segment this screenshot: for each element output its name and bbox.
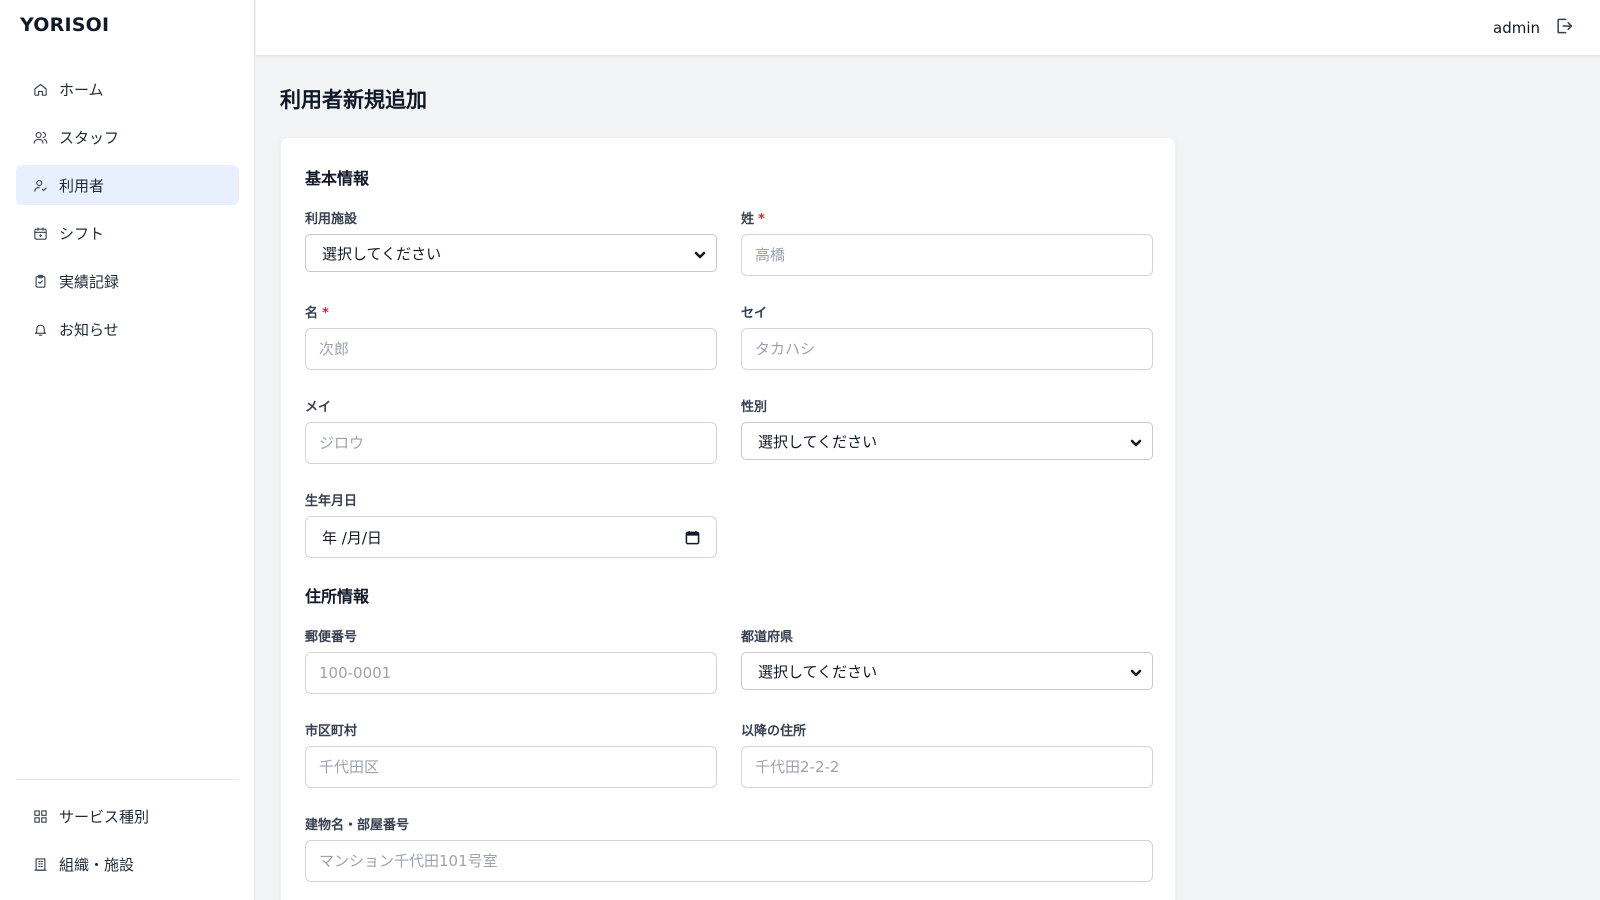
sidebar-item-label: スタッフ — [59, 128, 120, 147]
top-header: admin — [256, 0, 1600, 56]
page-title: 利用者新規追加 — [280, 88, 427, 112]
sidebar-item-shift[interactable]: シフト — [16, 213, 239, 253]
section-title-address: 住所情報 — [305, 587, 370, 606]
calendar-icon — [32, 225, 48, 241]
street-label-text: 以降の住所 — [741, 724, 807, 739]
prefecture-select[interactable]: 選択してください — [741, 652, 1153, 690]
city-label: 市区町村 — [305, 720, 357, 739]
last-name-label-text: 姓 — [741, 212, 755, 227]
user-name: admin — [1493, 19, 1540, 37]
chevron-down-icon — [1130, 435, 1142, 447]
last-name-input[interactable] — [741, 234, 1153, 276]
sidebar-nav: ホーム スタッフ 利用者 シフト 実績記録 お知らせ — [16, 69, 239, 357]
users-icon — [32, 129, 48, 145]
postal-label: 郵便番号 — [305, 626, 357, 645]
chevron-down-icon — [1130, 665, 1142, 677]
sidebar-item-label: 組織・施設 — [59, 855, 135, 874]
sidebar-item-staff[interactable]: スタッフ — [16, 117, 239, 157]
prefecture-label: 都道府県 — [741, 626, 793, 645]
city-input[interactable] — [305, 746, 717, 788]
birthdate-input[interactable]: 年 /月/日 — [305, 516, 717, 558]
birthdate-label: 生年月日 — [305, 490, 357, 509]
prefecture-label-text: 都道府県 — [741, 630, 794, 645]
first-name-label: 名 * — [305, 302, 329, 321]
sidebar-item-label: ホーム — [59, 80, 104, 99]
gender-label: 性別 — [741, 396, 767, 415]
chevron-down-icon — [694, 247, 706, 259]
sidebar-item-records[interactable]: 実績記録 — [16, 261, 239, 301]
first-kana-label: メイ — [305, 396, 331, 415]
sidebar-item-label: サービス種別 — [59, 807, 150, 826]
app-logo[interactable]: YORISOI — [20, 14, 109, 36]
first-name-input[interactable] — [305, 328, 717, 370]
sidebar-item-notices[interactable]: お知らせ — [16, 309, 239, 349]
facility-label-text: 利用施設 — [305, 212, 358, 227]
sidebar-bottom-nav: サービス種別 組織・施設 — [16, 796, 239, 892]
clipboard-check-icon — [32, 273, 48, 289]
postal-code-input[interactable] — [305, 652, 717, 694]
user-form-card: 基本情報 利用施設 選択してください 姓* 名* セイ メイ 性別 選択してくだ… — [280, 137, 1176, 900]
first-name-label-text: 名 — [305, 306, 319, 321]
building-input[interactable] — [305, 840, 1153, 882]
postal-label-text: 郵便番号 — [305, 630, 358, 645]
logout-icon[interactable] — [1554, 16, 1576, 38]
facility-label: 利用施設 — [305, 208, 357, 227]
home-icon — [32, 81, 48, 97]
sidebar-divider — [16, 779, 239, 780]
section-title-basic: 基本情報 — [305, 169, 370, 188]
grid-icon — [32, 808, 48, 824]
sidebar-item-users[interactable]: 利用者 — [16, 165, 239, 205]
sidebar: YORISOI ホーム スタッフ 利用者 シフト 実績記録 お知らせ サービス種… — [0, 0, 255, 900]
user-icon — [32, 177, 48, 193]
prefecture-select-value: 選択してください — [758, 662, 878, 681]
building-label-text: 建物名・部屋番号 — [305, 818, 410, 833]
last-kana-label: セイ — [741, 302, 767, 321]
required-mark: * — [758, 212, 765, 227]
last-name-label: 姓 * — [741, 208, 765, 227]
birthdate-label-text: 生年月日 — [305, 494, 358, 509]
gender-select[interactable]: 選択してください — [741, 422, 1153, 460]
birthdate-value: 年 /月/日 — [322, 528, 382, 547]
building-icon — [32, 856, 48, 872]
gender-select-value: 選択してください — [758, 432, 878, 451]
sidebar-item-service-types[interactable]: サービス種別 — [16, 796, 239, 836]
gender-label-text: 性別 — [741, 400, 768, 415]
facility-select-value: 選択してください — [322, 244, 442, 263]
first-kana-input[interactable] — [305, 422, 717, 464]
facility-select[interactable]: 選択してください — [305, 234, 717, 272]
street-input[interactable] — [741, 746, 1153, 788]
building-label: 建物名・部屋番号 — [305, 814, 409, 833]
last-kana-input[interactable] — [741, 328, 1153, 370]
sidebar-item-home[interactable]: ホーム — [16, 69, 239, 109]
sidebar-item-label: 利用者 — [59, 176, 105, 195]
required-mark: * — [322, 306, 329, 321]
calendar-icon[interactable] — [685, 530, 700, 545]
bell-icon — [32, 321, 48, 337]
sidebar-item-label: 実績記録 — [59, 272, 120, 291]
first-kana-label-text: メイ — [305, 400, 332, 415]
sidebar-item-organization[interactable]: 組織・施設 — [16, 844, 239, 884]
city-label-text: 市区町村 — [305, 724, 358, 739]
sidebar-item-label: お知らせ — [59, 320, 119, 339]
sidebar-item-label: シフト — [59, 224, 105, 243]
street-label: 以降の住所 — [741, 720, 806, 739]
last-kana-label-text: セイ — [741, 306, 768, 321]
